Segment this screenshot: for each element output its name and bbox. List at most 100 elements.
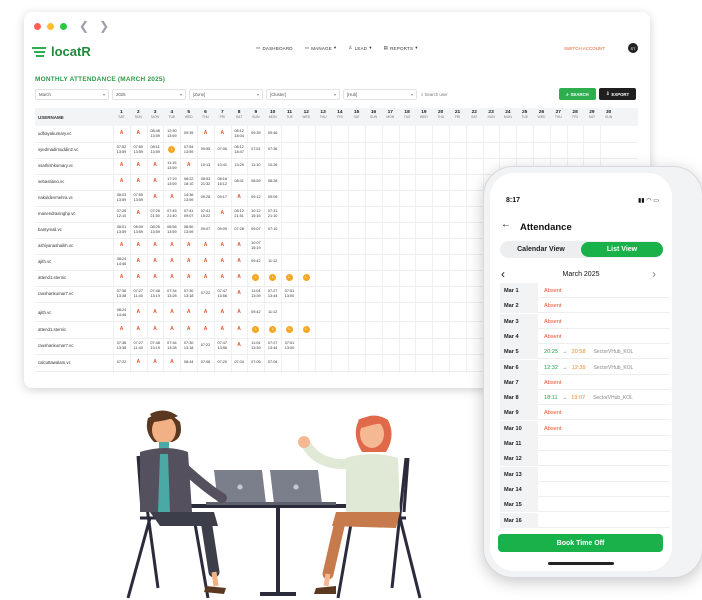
- chevron-right-icon[interactable]: ›: [652, 267, 656, 281]
- absent-mark: A: [203, 309, 208, 315]
- punch-time: 08:44: [183, 360, 194, 364]
- username-cell: udhayakumary.vc: [38, 131, 72, 136]
- punch-time: 07:08: [200, 360, 211, 364]
- absent-mark: A: [119, 178, 124, 184]
- arrow-right-icon: →: [562, 364, 568, 371]
- tab-calendar-view[interactable]: Calendar View: [500, 241, 582, 258]
- absent-mark: A: [153, 326, 157, 332]
- list-item[interactable]: Mar 16: [500, 512, 670, 528]
- username-cell: calcuttawalam.vc: [38, 360, 71, 365]
- hub-select[interactable]: [Hub] ▾: [343, 89, 417, 100]
- list-item[interactable]: Mar 11: [500, 436, 670, 451]
- absent-mark: A: [237, 194, 241, 200]
- avatar[interactable]: ST: [628, 43, 638, 53]
- day-header: 1 SAT: [113, 110, 130, 120]
- export-button[interactable]: ⇩ EXPORT: [599, 88, 636, 100]
- leave-mark: L: [269, 274, 277, 281]
- username-cell: ssathishkumary.vc: [38, 163, 74, 168]
- username-cell: ajith.vc: [38, 310, 52, 315]
- search-button[interactable]: ⌕ SEARCH: [559, 88, 596, 100]
- column-divider: [348, 126, 350, 373]
- day-name: MON: [503, 115, 512, 119]
- day-name: SUN: [134, 115, 142, 119]
- list-item[interactable]: Mar 6 12:32 → 12:39 SectorVHub_KOL: [500, 359, 670, 375]
- leave-mark: L: [302, 326, 310, 333]
- absent-mark: A: [237, 258, 241, 264]
- forward-arrow-icon[interactable]: ❯: [99, 19, 109, 33]
- day-header: 5 WED: [180, 110, 197, 120]
- reports-icon: ▤: [383, 45, 389, 50]
- punch-time: 08:12 18:47: [234, 145, 244, 154]
- chevron-down-icon: ▾: [102, 92, 105, 97]
- attendance-value: Absent: [544, 426, 561, 432]
- list-item[interactable]: Mar 13: [500, 466, 670, 482]
- punch-time: 07:22: [116, 360, 127, 364]
- close-window-button[interactable]: [34, 22, 41, 30]
- column-divider: [465, 126, 467, 373]
- leave-badge: L: [264, 274, 281, 281]
- username-cell: raushankumar7.vc: [38, 343, 74, 348]
- attendance-value: 12:32 → 12:39 SectorVHub_KOL: [544, 365, 633, 371]
- back-arrow-icon[interactable]: ❮: [79, 19, 89, 33]
- year-select[interactable]: 2025 ▾: [112, 89, 186, 100]
- punch-time: 07:36 13:38: [116, 341, 127, 350]
- list-item[interactable]: Mar 9 Absent: [500, 405, 670, 421]
- zone-select[interactable]: [Zone] ▾: [189, 89, 263, 100]
- list-item[interactable]: Mar 2 Absent: [500, 298, 670, 314]
- punch-time: 07:04: [234, 360, 244, 364]
- brand-logo[interactable]: locatR: [32, 44, 91, 59]
- menu-item-manage[interactable]: ▭ MANAGE ▾: [305, 45, 337, 51]
- hub-name: SectorVHub_KOL: [593, 349, 634, 356]
- username-cell: nakuldevmehra.vc: [38, 195, 73, 200]
- date-label: Mar 8: [500, 390, 538, 406]
- day-header: 29 SAT: [583, 110, 600, 120]
- absent-mark: A: [237, 290, 241, 296]
- day-header: 4 TUE: [163, 110, 180, 120]
- list-item[interactable]: Mar 4 Absent: [500, 328, 670, 344]
- book-time-off-button[interactable]: Book Time Off: [498, 534, 663, 552]
- menu-item-dashboard[interactable]: ▭ DASHBOARD: [256, 45, 293, 51]
- check-in-time: 12:32: [544, 364, 558, 371]
- list-item[interactable]: Mar 12: [500, 451, 670, 467]
- back-arrow-icon[interactable]: ←: [501, 219, 511, 230]
- month-select[interactable]: March ▾: [35, 89, 109, 100]
- day-header: 14 FRI: [331, 110, 348, 120]
- list-item[interactable]: Mar 5 20:25 → 20:58 SectorVHub_KOL: [500, 344, 670, 360]
- signal-icon: ▮▮: [638, 198, 645, 204]
- absent-mark: A: [203, 242, 208, 248]
- punch-time: 09:46: [267, 131, 278, 135]
- list-item[interactable]: Mar 3 Absent: [500, 313, 670, 329]
- day-name: SAT: [235, 115, 243, 119]
- list-item[interactable]: Mar 15: [500, 497, 670, 513]
- switch-account-link[interactable]: SWITCH ACCOUNT: [564, 46, 605, 51]
- menu-item-reports[interactable]: ▤ REPORTS ▾: [384, 45, 418, 51]
- attendance-value: 18:11 → 19:07 SectorVHub_KOL: [544, 395, 633, 401]
- column-divider: [449, 126, 450, 373]
- day-header: 7 FRI: [214, 110, 231, 120]
- list-item[interactable]: Mar 14: [500, 481, 670, 497]
- minimize-window-button[interactable]: [47, 22, 54, 30]
- absent-mark: A: [203, 130, 208, 136]
- menu-item-lead[interactable]: ♙ LEAD ▾: [348, 45, 371, 51]
- status-absent: Absent: [544, 410, 562, 417]
- punch-time: 07:36 13:38: [116, 289, 127, 298]
- punch-time: 07:54 13:59: [183, 145, 194, 154]
- check-out-time: 20:58: [571, 349, 586, 356]
- punch-time: 07:27 11:40: [133, 289, 144, 298]
- search-input[interactable]: ⌕ Search user: [421, 89, 541, 100]
- list-item[interactable]: Mar 1 Absent: [500, 283, 670, 298]
- list-item[interactable]: Mar 10 Absent: [500, 420, 670, 436]
- tab-list-view[interactable]: List View: [581, 242, 663, 257]
- day-name: SUN: [252, 115, 260, 119]
- attendance-value: Absent: [544, 288, 561, 294]
- punch-time: 07:47 13:56: [217, 289, 228, 298]
- username-cell: sebastiano.vc: [38, 179, 65, 184]
- list-item[interactable]: Mar 7 Absent: [500, 374, 670, 390]
- cluster-select[interactable]: [Cluster] ▾: [266, 89, 340, 100]
- day-header: 27 THU: [550, 110, 567, 120]
- date-label: Mar 2: [500, 298, 538, 314]
- punch-time: 08:03 13:59: [116, 193, 127, 202]
- maximize-window-button[interactable]: [60, 22, 67, 30]
- punch-time: 09:35: [251, 131, 261, 135]
- list-item[interactable]: Mar 8 18:11 → 19:07 SectorVHub_KOL: [500, 390, 670, 406]
